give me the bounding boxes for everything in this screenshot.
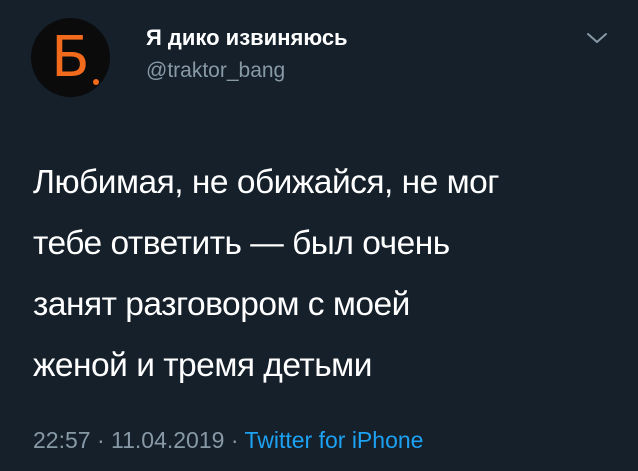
author-display-name[interactable]: Я дико извиняюсь — [146, 25, 348, 51]
tweet-time: 22:57 — [33, 427, 91, 453]
tweet-card: Б Я дико извиняюсь @traktor_bang Любимая… — [0, 0, 638, 471]
meta-separator: · — [96, 427, 105, 453]
tweet-text-line: тебе ответить — был очень — [33, 225, 450, 262]
tweet-date: 11.04.2019 — [111, 427, 225, 453]
chevron-down-icon[interactable] — [586, 30, 608, 46]
tweet-text-line: Любимая, не обижайся, не мог — [33, 164, 499, 201]
tweet-text-line: женой и тремя детьми — [33, 347, 372, 384]
tweet-text: Любимая, не обижайся, не мог тебе ответи… — [33, 152, 623, 396]
avatar-dot — [93, 79, 99, 85]
author-handle[interactable]: @traktor_bang — [146, 59, 285, 83]
tweet-text-line: занят разговором с моей — [33, 286, 410, 323]
tweet-meta: 22:57 · 11.04.2019 · Twitter for iPhone — [33, 427, 423, 454]
avatar-letter: Б — [51, 25, 90, 90]
meta-separator: · — [230, 427, 239, 453]
tweet-source-link[interactable]: Twitter for iPhone — [244, 427, 423, 453]
avatar[interactable]: Б — [31, 18, 110, 97]
